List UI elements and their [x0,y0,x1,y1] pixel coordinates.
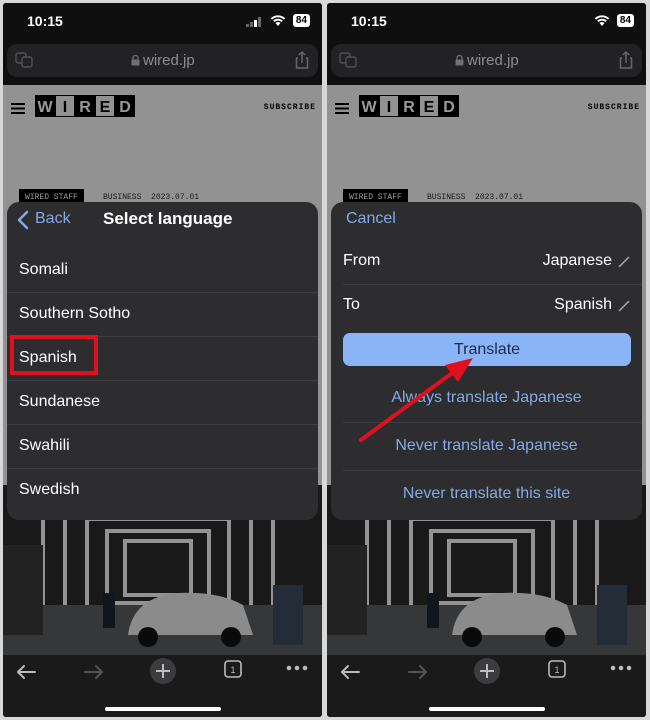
translate-button[interactable]: Translate [343,333,631,366]
language-item[interactable]: Swahili [7,425,318,469]
status-bar: 10:15 84 [3,3,322,41]
tab-count: 1 [554,665,559,675]
cancel-button[interactable]: Cancel [346,210,396,228]
translate-sheet: Cancel From Japanese To Spanish Translat… [331,202,642,520]
never-translate-site-option[interactable]: Never translate this site [331,485,642,503]
chevron-left-icon[interactable] [17,210,29,230]
to-language-row[interactable]: To Spanish [331,284,642,328]
bottom-toolbar: 1 [3,655,322,717]
sheet-header: Back Select language [7,202,318,240]
forward-arrow-icon[interactable] [83,663,105,681]
left-screenshot: 10:15 84 wired.jp W I R E D SUBSCRIBE WI… [3,3,322,717]
from-value: Japanese [542,252,612,269]
sheet-title: Select language [103,209,233,228]
language-list: Somali Southern Sotho Spanish Sundanese … [7,249,318,512]
status-time: 10:15 [27,13,63,29]
language-label: Sundanese [19,393,100,410]
right-screenshot: 10:15 84 wired.jp W I R E D SUBSCRIBE WI… [327,3,646,717]
row-divider [343,470,642,471]
battery-indicator: 84 [616,14,634,27]
edit-icon[interactable] [618,256,630,268]
select-language-sheet: Back Select language Somali Southern Sot… [7,202,318,520]
to-label: To [343,296,360,313]
row-divider [343,422,642,423]
language-item[interactable]: Swedish [7,469,318,512]
back-button[interactable]: Back [35,210,71,228]
language-item[interactable]: Southern Sotho [7,293,318,337]
language-label: Southern Sotho [19,305,131,322]
battery-indicator: 84 [292,14,310,27]
language-item[interactable]: Sundanese [7,381,318,425]
always-translate-option[interactable]: Always translate Japanese [331,389,642,407]
new-tab-icon[interactable] [149,657,177,685]
wifi-icon [594,15,610,26]
home-indicator [105,707,221,711]
back-arrow-icon[interactable] [15,663,37,681]
highlight-box [10,335,98,375]
wifi-icon [270,15,286,26]
forward-arrow-icon[interactable] [407,663,429,681]
language-label: Swedish [19,481,80,498]
never-translate-language-option[interactable]: Never translate Japanese [331,437,642,455]
edit-icon[interactable] [618,300,630,312]
bottom-toolbar: 1 [327,655,646,717]
language-item[interactable]: Somali [7,249,318,293]
language-label: Swahili [19,437,70,454]
status-time: 10:15 [351,13,387,29]
new-tab-icon[interactable] [473,657,501,685]
from-label: From [343,252,381,269]
cellular-signal-icon [246,17,261,27]
status-bar: 10:15 84 [327,3,646,41]
home-indicator [429,707,545,711]
language-label: Somali [19,261,68,278]
to-value: Spanish [554,296,612,313]
tab-switcher-icon[interactable]: 1 [223,659,243,679]
back-arrow-icon[interactable] [339,663,361,681]
more-menu-icon[interactable] [610,665,632,671]
tab-switcher-icon[interactable]: 1 [547,659,567,679]
more-menu-icon[interactable] [286,665,308,671]
from-language-row[interactable]: From Japanese [331,240,642,284]
tab-count: 1 [230,665,235,675]
